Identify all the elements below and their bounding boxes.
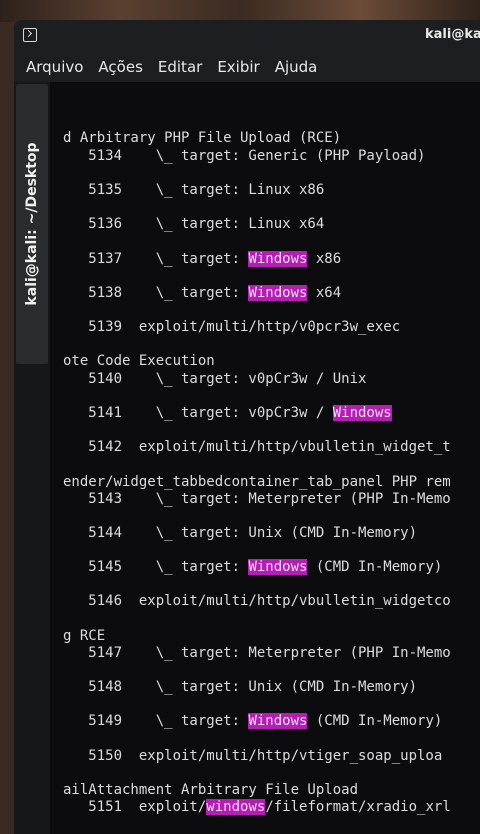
terminal-text: 5146 exploit/multi/http/vbulletin_widget… bbox=[63, 593, 451, 609]
menu-arquivo[interactable]: Arquivo bbox=[26, 58, 83, 76]
terminal-line: d Arbitrary PHP File Upload (RCE) bbox=[63, 130, 341, 147]
terminal-text: ailAttachment Arbitrary File Upload bbox=[63, 782, 359, 798]
terminal-line: 5148 \_ target: Unix (CMD In-Memory) bbox=[63, 679, 417, 696]
terminal-text: 5147 \_ target: Meterpreter (PHP In-Memo bbox=[63, 645, 451, 661]
menu-acoes[interactable]: Ações bbox=[98, 58, 142, 76]
terminal-line: 5139 exploit/multi/http/v0pcr3w_exec bbox=[63, 319, 400, 336]
terminal-text: ote Code Execution bbox=[63, 353, 215, 369]
terminal-text: 5151 exploit/ bbox=[63, 799, 207, 815]
search-highlight: Windows bbox=[248, 285, 308, 301]
menu-editar[interactable]: Editar bbox=[158, 58, 202, 76]
search-highlight: Windows bbox=[248, 251, 308, 267]
terminal-line: 5137 \_ target: Windows x86 bbox=[63, 251, 341, 268]
terminal-text: /fileformat/xradio_xrl bbox=[265, 799, 451, 815]
search-highlight: windows bbox=[206, 799, 266, 815]
terminal-text: 5145 \_ target: bbox=[63, 559, 249, 575]
terminal-text: d Arbitrary PHP File Upload (RCE) bbox=[63, 130, 342, 146]
terminal-line: 5134 \_ target: Generic (PHP Payload) bbox=[63, 148, 425, 165]
terminal-text: 5141 \_ target: v0pCr3w / bbox=[63, 405, 333, 421]
terminal-text: 5136 \_ target: Linux x64 bbox=[63, 216, 325, 232]
desktop-wallpaper bbox=[0, 0, 480, 22]
terminal-line: 5141 \_ target: v0pCr3w / Windows bbox=[63, 405, 392, 422]
terminal-line: ender/widget_tabbedcontainer_tab_panel P… bbox=[63, 474, 451, 491]
terminal-text: 5142 exploit/multi/http/vbulletin_widget… bbox=[63, 439, 451, 455]
terminal-text: 5135 \_ target: Linux x86 bbox=[63, 182, 325, 198]
terminal-line: 5142 exploit/multi/http/vbulletin_widget… bbox=[63, 439, 451, 456]
terminal-output[interactable]: d Arbitrary PHP File Upload (RCE) 5134 \… bbox=[50, 82, 480, 834]
terminal-text: (CMD In-Memory) bbox=[307, 713, 443, 729]
terminal-line: 5149 \_ target: Windows (CMD In-Memory) bbox=[63, 713, 442, 730]
terminal-text: x86 bbox=[307, 251, 342, 267]
terminal-text: 5148 \_ target: Unix (CMD In-Memory) bbox=[63, 679, 418, 695]
menu-exibir[interactable]: Exibir bbox=[217, 58, 259, 76]
terminal-text: ender/widget_tabbedcontainer_tab_panel P… bbox=[63, 474, 451, 490]
terminal-text: 5143 \_ target: Meterpreter (PHP In-Memo bbox=[63, 491, 451, 507]
menu-ajuda[interactable]: Ajuda bbox=[275, 58, 318, 76]
terminal-line: 5146 exploit/multi/http/vbulletin_widget… bbox=[63, 593, 451, 610]
terminal-line: 5151 exploit/windows/fileformat/xradio_x… bbox=[63, 799, 451, 816]
terminal-text: 5138 \_ target: bbox=[63, 285, 249, 301]
tab-label: kali@kali: ~/Desktop bbox=[24, 142, 40, 306]
terminal-text: 5149 \_ target: bbox=[63, 713, 249, 729]
terminal-line: 5138 \_ target: Windows x64 bbox=[63, 285, 341, 302]
terminal-window: kali@kal Arquivo Ações Editar Exibir Aju… bbox=[14, 20, 480, 834]
terminal-line: 5145 \_ target: Windows (CMD In-Memory) bbox=[63, 559, 442, 576]
terminal-line: 5140 \_ target: v0pCr3w / Unix bbox=[63, 371, 366, 388]
tab-sidebar: kali@kali: ~/Desktop bbox=[14, 82, 50, 834]
title-bar[interactable]: kali@kal bbox=[14, 20, 480, 52]
search-highlight: Windows bbox=[248, 559, 308, 575]
terminal-text: 5137 \_ target: bbox=[63, 251, 249, 267]
terminal-text: 5140 \_ target: v0pCr3w / Unix bbox=[63, 371, 367, 387]
terminal-line: ote Code Execution bbox=[63, 353, 215, 370]
terminal-line: g RCE bbox=[63, 628, 105, 645]
terminal-line: 5135 \_ target: Linux x86 bbox=[63, 182, 324, 199]
terminal-icon bbox=[23, 28, 37, 42]
tab-kali-desktop[interactable]: kali@kali: ~/Desktop bbox=[16, 84, 48, 364]
terminal-text: 5134 \_ target: Generic (PHP Payload) bbox=[63, 148, 426, 164]
terminal-line: 5144 \_ target: Unix (CMD In-Memory) bbox=[63, 525, 417, 542]
window-title: kali@kal bbox=[425, 27, 480, 42]
search-highlight: Windows bbox=[248, 713, 308, 729]
terminal-text: (CMD In-Memory) bbox=[307, 559, 443, 575]
terminal-line: 5143 \_ target: Meterpreter (PHP In-Memo bbox=[63, 491, 451, 508]
search-highlight: Windows bbox=[332, 405, 392, 421]
terminal-text: x64 bbox=[307, 285, 342, 301]
terminal-text: 5139 exploit/multi/http/v0pcr3w_exec bbox=[63, 319, 401, 335]
terminal-line: 5150 exploit/multi/http/vtiger_soap_uplo… bbox=[63, 748, 442, 765]
terminal-text: g RCE bbox=[63, 628, 106, 644]
terminal-text: 5144 \_ target: Unix (CMD In-Memory) bbox=[63, 525, 418, 541]
menu-bar: Arquivo Ações Editar Exibir Ajuda bbox=[14, 52, 480, 82]
terminal-line: 5147 \_ target: Meterpreter (PHP In-Memo bbox=[63, 645, 451, 662]
terminal-line: 5136 \_ target: Linux x64 bbox=[63, 216, 324, 233]
terminal-text: 5150 exploit/multi/http/vtiger_soap_uplo… bbox=[63, 748, 443, 764]
terminal-line: ailAttachment Arbitrary File Upload bbox=[63, 782, 358, 799]
